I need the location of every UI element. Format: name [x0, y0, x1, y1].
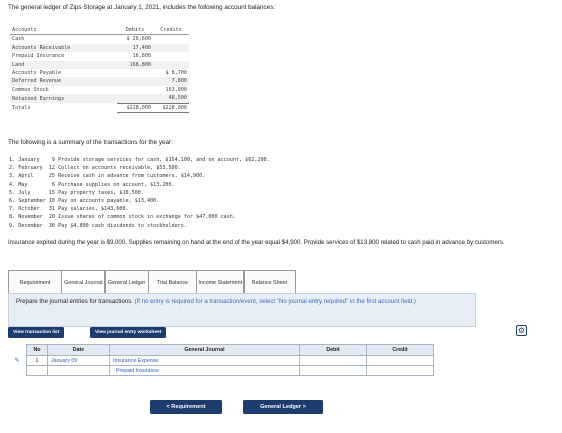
table-row: Deferred Revenue 7,800 [10, 77, 189, 86]
entry-date[interactable]: January 09 [47, 355, 110, 366]
prepare-hint: (If no entry is required for a transacti… [134, 298, 416, 305]
table-row: ✎ 1 January 09 Insurance Expense [8, 355, 434, 366]
account-balances-table: Accounts Debits Credits Cash $ 26,600 Acc… [10, 26, 189, 114]
credit-value: $ 8,700 [165, 70, 187, 77]
list-item: 4. May 6 Purchase supplies on account, $… [9, 181, 175, 188]
credit-field[interactable] [366, 355, 434, 366]
credit-value [153, 43, 189, 53]
table-row: Land 168,800 [10, 60, 189, 70]
table-row: Common Stock 163,000 [10, 86, 189, 94]
debit-value: 16,800 [132, 53, 151, 60]
view-journal-worksheet-button[interactable]: View journal entry worksheet [90, 327, 167, 338]
table-row: Accounts Payable $ 8,700 [10, 69, 189, 77]
prepare-text: Prepare the journal entries for transact… [16, 298, 133, 305]
transactions-list: 1. January 9 Provide storage services fo… [9, 156, 270, 230]
additional-info-note: Insurance expired during the year is $9,… [8, 239, 505, 246]
no-header: No [26, 344, 48, 356]
table-row: Cash $ 26,600 [10, 35, 189, 44]
debit-value [117, 86, 153, 94]
journal-header-row: No Date General Journal Debit Credit [8, 344, 434, 356]
pencil-icon[interactable]: ✎ [8, 356, 27, 366]
credit-total: $228,000 [153, 102, 189, 114]
debit-value: 168,800 [117, 60, 153, 70]
account-name: Accounts Receivable [10, 43, 117, 53]
date-header: Date [47, 344, 110, 356]
intro-text: The general ledger of Zips Storage at Ja… [8, 4, 276, 11]
list-item: 1. January 9 Provide storage services fo… [9, 157, 270, 163]
general-journal-header: General Journal [109, 344, 300, 356]
journal-table: No Date General Journal Debit Credit ✎ 1… [8, 344, 434, 376]
credit-value: 48,500 [153, 94, 189, 104]
instructions-text: Prepare the journal entries for transact… [16, 298, 471, 306]
list-item: 6. September 10 Pay on accounts payable,… [9, 198, 160, 205]
debits-header: Debits [117, 26, 153, 36]
list-item: 2. February 12 Collect on accounts recei… [9, 165, 181, 172]
credits-header: Credits [153, 26, 189, 36]
edit-column-header [8, 344, 27, 356]
entry-number [26, 365, 48, 376]
summary-title: The following is a summary of the transa… [8, 139, 173, 146]
entry-date[interactable] [47, 365, 110, 376]
view-transaction-list-button[interactable]: View transaction list [8, 327, 65, 338]
debit-value: $ 26,600 [126, 36, 151, 43]
account-field[interactable]: Prepaid Insurance [109, 365, 300, 376]
gear-icon[interactable]: ⚙ [516, 325, 527, 336]
table-row: Retained Earnings 48,500 [10, 94, 189, 104]
account-name: Common Stock [12, 86, 49, 93]
table-row: Prepaid Insurance 16,800 [10, 52, 189, 60]
debit-value [117, 77, 153, 86]
account-name: Prepaid Insurance [12, 53, 65, 60]
debit-field[interactable] [299, 365, 367, 376]
credit-value [153, 60, 189, 70]
credit-value: 163,000 [165, 86, 187, 93]
account-field[interactable]: Insurance Expense [109, 355, 300, 366]
totals-label: Totals [12, 104, 31, 111]
list-item: 7. October 31 Pay salaries, $143,600. [9, 206, 129, 213]
account-name: Retained Earnings [10, 94, 117, 104]
debit-field[interactable] [299, 355, 367, 366]
list-item: 5. July 15 Pay property taxes, $10,500. [9, 189, 144, 196]
debit-value [117, 94, 153, 104]
credit-value [153, 52, 189, 60]
edit-cell [8, 366, 27, 376]
list-item: 3. April 25 Receive cash in advance from… [9, 173, 206, 180]
credit-value [153, 35, 189, 44]
accounts-header: Accounts [10, 26, 117, 36]
list-item: 9. December 30 Pay $4,800 cash dividends… [9, 222, 187, 229]
credit-field[interactable] [366, 365, 434, 376]
list-item: 8. November 20 Issue shares of common st… [9, 214, 236, 221]
account-name: Land [10, 60, 117, 70]
table-row: Accounts Receivable 17,400 [10, 43, 189, 53]
credit-header: Credit [366, 344, 434, 356]
account-name: Deferred Revenue [10, 77, 117, 86]
prev-requirement-button[interactable]: < Requirement [150, 400, 222, 414]
next-general-ledger-button[interactable]: General Ledger > [243, 400, 323, 414]
credit-value: 7,800 [153, 77, 189, 86]
account-name: Accounts Payable [12, 70, 62, 77]
account-name: Cash [12, 36, 25, 43]
table-row: Prepaid Insurance [8, 365, 434, 376]
totals-row: Totals $228,000 $228,000 [10, 102, 189, 114]
debit-total: $228,000 [117, 102, 153, 114]
debit-value: 17,400 [117, 43, 153, 53]
entry-number: 1 [26, 355, 48, 366]
debit-header: Debit [299, 344, 367, 356]
debit-value [117, 69, 153, 77]
balances-header-row: Accounts Debits Credits [10, 26, 189, 36]
